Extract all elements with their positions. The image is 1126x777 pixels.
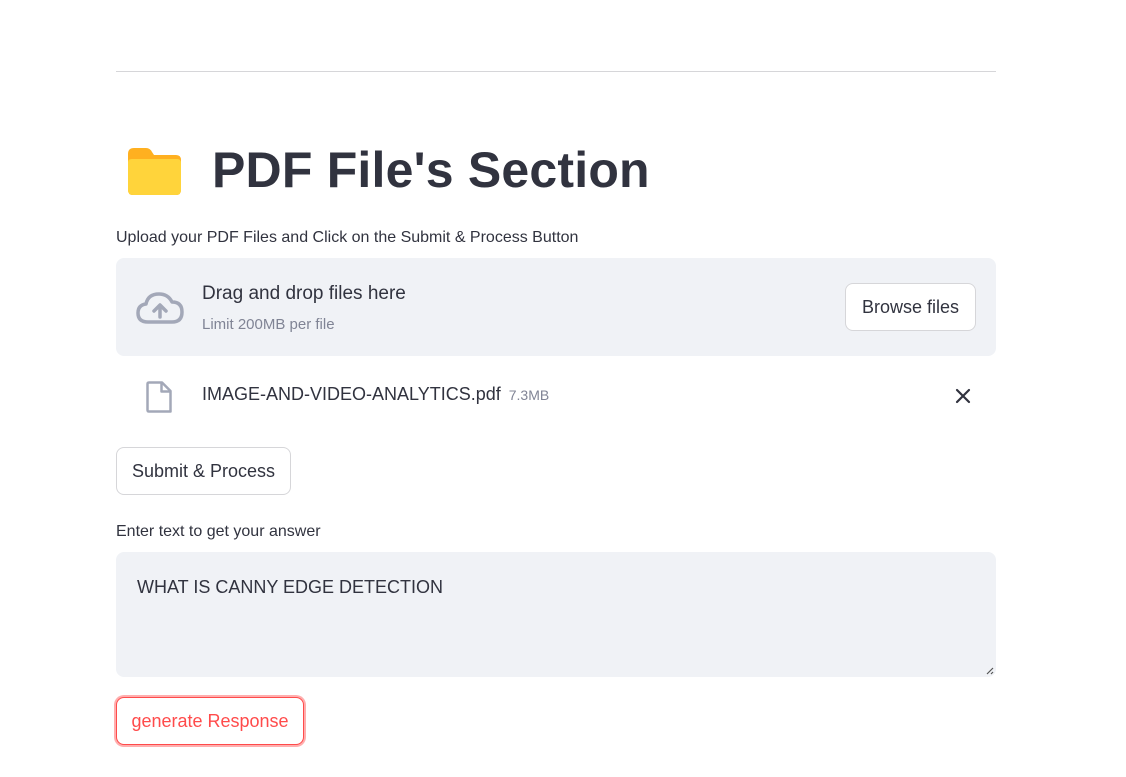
- question-value: WHAT IS CANNY EDGE DETECTION: [137, 577, 444, 597]
- resize-handle-icon[interactable]: [984, 665, 994, 675]
- folder-icon: [128, 148, 181, 195]
- file-name-line: IMAGE-AND-VIDEO-ANALYTICS.pdf 7.3MB: [202, 384, 549, 405]
- file-icon: [146, 381, 172, 413]
- file-dropzone[interactable]: Drag and drop files here Limit 200MB per…: [116, 258, 996, 356]
- generate-response-button[interactable]: generate Response: [116, 697, 304, 745]
- page-title: PDF File's Section: [212, 142, 650, 198]
- browse-files-button[interactable]: Browse files: [845, 283, 976, 331]
- cloud-upload-icon: [136, 292, 184, 324]
- page-header: PDF File's Section: [116, 138, 650, 202]
- submit-process-button[interactable]: Submit & Process: [116, 447, 291, 495]
- file-size: 7.3MB: [508, 387, 550, 403]
- close-icon[interactable]: [948, 381, 978, 411]
- dropzone-text: Drag and drop files here: [202, 283, 406, 304]
- uploader-label: Upload your PDF Files and Click on the S…: [116, 229, 579, 246]
- dropzone-limit: Limit 200MB per file: [202, 316, 335, 333]
- question-textarea[interactable]: WHAT IS CANNY EDGE DETECTION: [116, 552, 996, 677]
- question-label: Enter text to get your answer: [116, 523, 321, 540]
- top-divider: [116, 71, 996, 72]
- file-name: IMAGE-AND-VIDEO-ANALYTICS.pdf: [202, 384, 501, 404]
- uploaded-file-item: IMAGE-AND-VIDEO-ANALYTICS.pdf 7.3MB: [116, 372, 996, 422]
